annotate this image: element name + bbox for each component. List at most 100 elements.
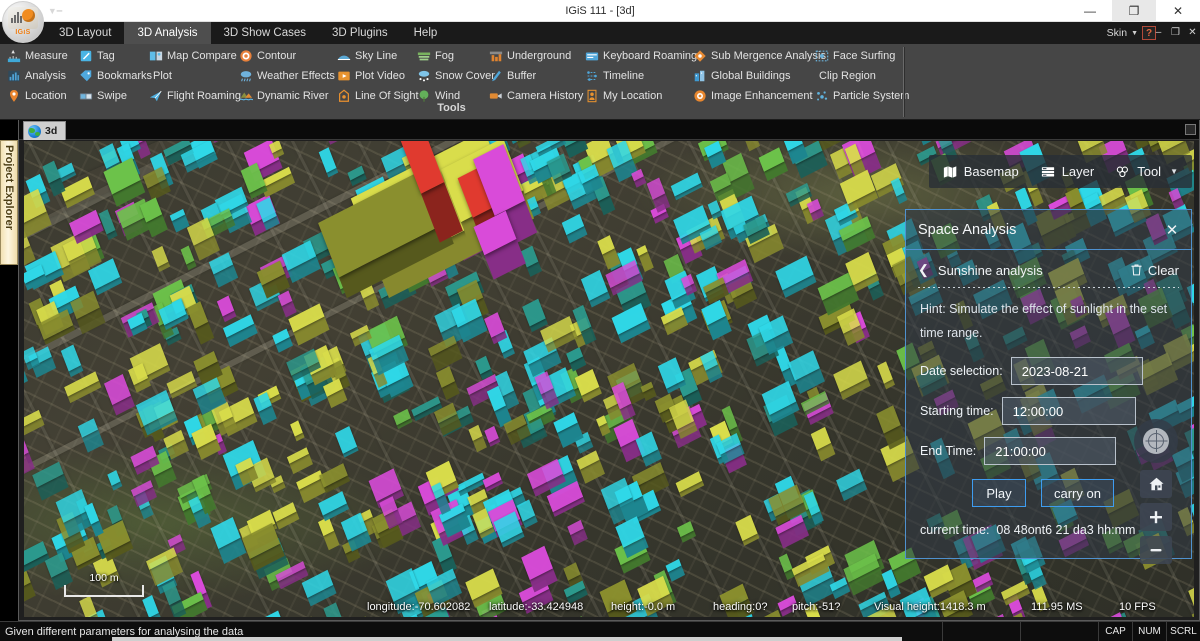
ribbon-button-keyboard-roaming[interactable]: Keyboard Roaming xyxy=(582,47,700,65)
compass-widget[interactable] xyxy=(1134,419,1178,463)
ribbon-group-label: Tools xyxy=(437,102,466,114)
building-footprint xyxy=(596,235,620,270)
building-footprint xyxy=(295,469,329,504)
building-footprint xyxy=(767,483,807,525)
ribbon-button-plot[interactable]: Plot xyxy=(146,67,175,85)
carry-on-button[interactable]: carry on xyxy=(1041,479,1114,507)
field-label: Starting time: xyxy=(920,404,994,418)
play-button[interactable]: Play xyxy=(972,479,1026,507)
ribbon-tab-3d-show-cases[interactable]: 3D Show Cases xyxy=(211,22,319,44)
back-to-sunshine-analysis[interactable]: ❮ Sunshine analysis xyxy=(918,262,1043,278)
ribbon-tab-3d-plugins[interactable]: 3D Plugins xyxy=(319,22,401,44)
building-footprint xyxy=(778,553,796,581)
building-footprint xyxy=(169,208,190,233)
ribbon-button-plot-video[interactable]: Plot Video xyxy=(334,67,408,85)
layer-button[interactable]: Layer xyxy=(1041,164,1095,179)
building-footprint xyxy=(151,246,170,272)
sky-line-icon xyxy=(337,55,351,60)
panel-subheader: ❮ Sunshine analysis Clear xyxy=(906,255,1191,285)
building-footprint xyxy=(600,477,639,525)
camera-history-icon xyxy=(489,92,502,99)
field-input-end-time[interactable]: 21:00:00 xyxy=(984,437,1117,465)
ribbon-button-fog[interactable]: Fog xyxy=(414,47,457,65)
tool-button[interactable]: Tool ▼ xyxy=(1116,164,1178,179)
basemap-label: Basemap xyxy=(963,164,1019,179)
zoom-in-button[interactable] xyxy=(1140,503,1172,531)
skin-selector[interactable]: Skin ▼ xyxy=(1107,25,1138,41)
ribbon-button-sky-line[interactable]: Sky Line xyxy=(334,47,400,65)
map-view-3d[interactable]: Basemap Layer Tool ▼ Space Analysis ✕ ❮ … xyxy=(24,141,1194,617)
building-footprint xyxy=(709,173,735,203)
building-footprint xyxy=(61,344,84,378)
window-close-button[interactable]: ✕ xyxy=(1156,0,1200,22)
menu-bar: 3D Layout 3D Analysis 3D Show Cases 3D Plug… xyxy=(0,22,1200,44)
ribbon-button-contour[interactable]: Contour xyxy=(236,47,299,65)
ribbon-button-clip-region[interactable]: Clip Region xyxy=(812,67,879,85)
document-tab-label: 3d xyxy=(45,125,58,137)
field-input-starting-time[interactable]: 12:00:00 xyxy=(1001,397,1136,425)
home-button[interactable] xyxy=(1140,470,1172,498)
title-bar: IGiS 111 - [3d] — ❐ ✕ xyxy=(0,0,1200,22)
zoom-out-button[interactable] xyxy=(1140,536,1172,564)
clear-button[interactable]: Clear xyxy=(1130,263,1179,278)
ribbon-button-underground[interactable]: Underground xyxy=(486,47,574,65)
ribbon-button-sub-mergence-analysis[interactable]: Sub Mergence Analysis xyxy=(690,47,829,65)
app-logo[interactable]: IGiS xyxy=(2,1,44,43)
ribbon-group-tools: Measure Tag Map Compare Contour Sky Line Fog U… xyxy=(0,44,909,120)
basemap-button[interactable]: Basemap xyxy=(943,164,1019,179)
ribbon-button-global-buildings[interactable]: Global Buildings xyxy=(690,67,794,85)
ribbon-button-label: Buffer xyxy=(507,69,537,82)
ribbon-button-bookmarks[interactable]: Bookmarks xyxy=(76,67,155,85)
status-cell xyxy=(942,622,1020,641)
building-footprint xyxy=(368,467,405,509)
document-area: 3d Basemap Layer Tool ▼ Space Analysis ✕… xyxy=(18,120,1200,621)
panel-hint: Hint: Simulate the effect of sunlight in… xyxy=(920,302,1168,340)
ribbon-button-buffer[interactable]: Buffer xyxy=(486,67,539,85)
ribbon-button-analysis[interactable]: Analysis xyxy=(4,67,69,85)
window-minimize-button[interactable]: — xyxy=(1068,0,1112,22)
ribbon-button-timeline[interactable]: Timeline xyxy=(582,67,647,85)
building-footprint xyxy=(521,546,558,593)
compass-ring-icon xyxy=(1148,433,1164,449)
map-status-item: height:-0.0 m xyxy=(611,601,676,613)
field-label: End Time: xyxy=(920,444,977,458)
map-status-item: latitude:-33.424948 xyxy=(489,601,584,613)
ribbon-button-face-surfing[interactable]: Face Surfing xyxy=(812,47,898,65)
layer-label: Layer xyxy=(1061,164,1095,179)
ribbon-button-label: Global Buildings xyxy=(711,69,791,82)
project-explorer-label: Project Explorer xyxy=(3,145,15,230)
document-tab-3d[interactable]: 3d xyxy=(23,121,67,140)
building-footprint xyxy=(272,328,293,353)
ribbon-button-map-compare[interactable]: Map Compare xyxy=(146,47,240,65)
building-footprint xyxy=(465,568,503,608)
building-footprint xyxy=(923,564,957,598)
ribbon-button-measure[interactable]: Measure xyxy=(4,47,71,65)
ribbon-button-weather-effects[interactable]: Weather Effects xyxy=(236,67,338,85)
ribbon-tab-help[interactable]: Help xyxy=(401,22,451,44)
bookmarks-icon xyxy=(80,69,92,81)
ribbon-tab-3d-analysis[interactable]: 3D Analysis xyxy=(124,22,211,44)
mdi-minimize-button[interactable]: – xyxy=(1153,25,1164,41)
mdi-close-button[interactable]: ✕ xyxy=(1187,25,1198,41)
quick-access-dropdown-icon[interactable]: ▼━ xyxy=(44,2,66,20)
building-footprint xyxy=(130,480,157,508)
building-footprint xyxy=(24,541,50,574)
project-explorer-tab[interactable]: Project Explorer xyxy=(0,140,18,265)
close-icon[interactable]: ✕ xyxy=(1163,221,1181,239)
mdi-restore-button[interactable]: ❐ xyxy=(1170,25,1181,41)
dynamic-river-icon xyxy=(239,92,253,100)
building-footprint xyxy=(168,534,187,556)
window-restore-button[interactable]: ❐ xyxy=(1112,0,1156,22)
ribbon-tab-3d-layout[interactable]: 3D Layout xyxy=(46,22,124,44)
building-footprint xyxy=(335,425,359,458)
building-side xyxy=(24,452,34,475)
building-footprint xyxy=(393,408,414,430)
building-footprint xyxy=(484,426,500,448)
field-input-date-selection[interactable]: 2023-08-21 xyxy=(1010,357,1143,385)
ribbon-row: Measure Tag Map Compare Contour Sky Line Fog U… xyxy=(4,46,904,65)
document-restore-button[interactable] xyxy=(1185,124,1196,135)
horizontal-scrollbar[interactable] xyxy=(112,637,902,641)
building-footprint xyxy=(349,325,372,347)
ribbon: Measure Tag Map Compare Contour Sky Line Fog U… xyxy=(0,44,1200,120)
ribbon-button-tag[interactable]: Tag xyxy=(76,47,118,65)
